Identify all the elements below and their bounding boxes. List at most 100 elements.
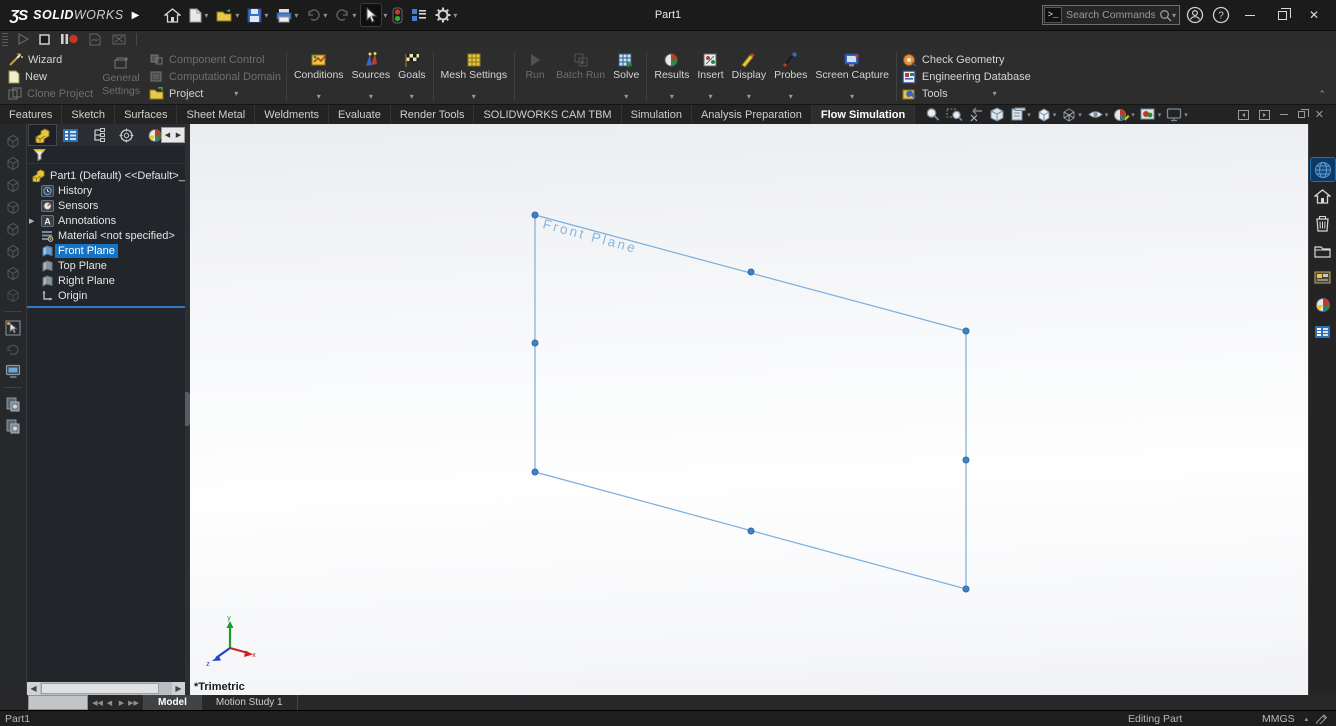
search-dropdown-caret[interactable]: ▾ [1172,11,1178,20]
copy-settings-button-1[interactable] [3,394,23,413]
new-project-button[interactable]: New [8,68,93,85]
configuration-manager-tab[interactable] [85,125,112,145]
doc-restore-button[interactable] [1297,109,1309,118]
project-menu-button[interactable]: Project ▾ [149,85,281,102]
front-plane-sketch[interactable]: Front Plane [190,124,1308,695]
copy-settings-button-2[interactable] [3,416,23,435]
goals-dropdown-caret[interactable]: ▾ [410,92,414,104]
menu-expand-arrow[interactable]: ▶ [132,10,140,21]
motion-study-tab[interactable]: Motion Study 1 [202,695,298,710]
pane-split-handle[interactable] [28,695,88,710]
open-button[interactable]: ▾ [213,5,242,26]
edit-appearance-caret[interactable]: ▾ [1131,111,1135,119]
apply-scene-button[interactable]: ▾ [1138,106,1164,123]
check-geometry-button[interactable]: Check Geometry [902,51,1031,68]
account-button[interactable] [1184,4,1206,26]
rollback-bar[interactable] [27,306,185,308]
insert-dropdown-caret[interactable]: ▾ [709,92,713,104]
graphics-viewport[interactable]: Front Plane y x z *Trimetric [190,124,1308,695]
scrollbar-thumb[interactable] [41,683,159,694]
new-document-button[interactable]: ▾ [186,5,211,26]
flow-monitor-button[interactable] [3,362,23,381]
zoom-to-fit-button[interactable] [923,106,943,123]
plane-handle-point[interactable] [531,339,539,347]
plane-handle-point[interactable] [962,456,970,464]
macro-options-button[interactable] [107,32,131,47]
view-cube-button-2[interactable] [3,154,23,173]
tab-flow-simulation[interactable]: Flow Simulation [811,105,916,124]
settings-dropdown-caret[interactable]: ▾ [453,11,457,20]
tree-item-front-plane[interactable]: Front Plane [27,243,185,258]
tree-root-part[interactable]: Part1 (Default) <<Default>_Display Sta [27,168,185,183]
tab-weldments[interactable]: Weldments [255,105,330,124]
record-macro-button[interactable] [55,32,83,46]
fm-scroll-left[interactable]: ◀ [162,128,173,142]
mesh-settings-button[interactable]: Mesh Settings ▾ [437,49,512,104]
expand-arrow-icon[interactable]: ▶ [29,217,37,225]
undo-button[interactable]: ▾ [303,5,330,25]
panel-horizontal-scrollbar[interactable]: ◀ ▶ [27,682,185,695]
insert-button[interactable]: Insert ▾ [693,49,727,104]
mesh-settings-dropdown-caret[interactable]: ▾ [472,92,476,104]
dynamic-annotation-button[interactable]: ▾ [1008,106,1033,123]
computational-domain-button[interactable]: Computational Domain [149,68,281,85]
tab-render-tools[interactable]: Render Tools [391,105,475,124]
conditions-dropdown-caret[interactable]: ▾ [317,92,321,104]
results-dropdown-caret[interactable]: ▾ [670,92,674,104]
tree-item-history[interactable]: History [27,183,185,198]
tab-evaluate[interactable]: Evaluate [329,105,391,124]
display-button[interactable]: Display ▾ [728,49,770,104]
display-style-button[interactable]: ▾ [1059,106,1084,123]
plane-handle-point[interactable] [747,527,755,535]
tree-item-annotations[interactable]: ▶ A Annotations [27,213,185,228]
tree-item-right-plane[interactable]: Right Plane [27,273,185,288]
nav-prev-button[interactable]: ◀ [104,699,115,707]
clone-project-button[interactable]: Clone Project [8,85,93,102]
nav-first-button[interactable]: ◀◀ [92,699,103,707]
tree-filter-row[interactable] [27,146,185,164]
minimize-button[interactable] [1236,4,1264,26]
redo-button[interactable]: ▾ [332,5,359,25]
appearances-scenes-tab[interactable] [1311,293,1335,316]
tools-menu-button[interactable]: Tools ▾ [902,85,1031,102]
fm-scroll-right[interactable]: ▶ [173,128,184,142]
nav-next-button[interactable]: ▶ [116,699,127,707]
ribbon-collapse-chevron[interactable]: ⌃ [1318,89,1326,100]
view-settings-button[interactable]: ▾ [1164,106,1190,123]
display-style-caret[interactable]: ▾ [1078,111,1082,119]
search-commands-box[interactable]: >_ ▾ [1042,5,1180,25]
view-cube-button-1[interactable] [3,132,23,151]
section-view-button[interactable] [987,106,1007,123]
settings-button[interactable]: ▾ [432,4,460,26]
view-orientation-button[interactable]: ▾ [1034,106,1059,123]
toolbar-drag-handle[interactable] [2,32,8,46]
tab-sketch[interactable]: Sketch [62,105,116,124]
next-document-button[interactable] [1258,109,1270,120]
units-dropdown-caret[interactable]: ▴ [1305,715,1309,723]
scrollbar-track[interactable] [40,682,172,695]
tab-features[interactable]: Features [0,105,63,124]
view-cube-button-7[interactable] [3,264,23,283]
results-button[interactable]: Results ▾ [650,49,693,104]
run-button[interactable]: Run [518,49,552,104]
featuremanager-tree-tab[interactable] [28,124,57,146]
view-cube-button-4[interactable] [3,198,23,217]
solve-dropdown-caret[interactable]: ▾ [624,92,628,104]
annotation-views-caret[interactable]: ▾ [1027,111,1031,119]
sources-dropdown-caret[interactable]: ▾ [369,92,373,104]
status-tag-button[interactable] [1316,713,1329,724]
search-input[interactable] [1062,9,1159,21]
view-cube-button-6[interactable] [3,242,23,261]
options-list-button[interactable] [408,5,430,25]
tab-surfaces[interactable]: Surfaces [115,105,178,124]
tab-solidworks-cam-tbm[interactable]: SOLIDWORKS CAM TBM [474,105,622,124]
tree-item-material[interactable]: Material <not specified> [27,228,185,243]
scroll-left-arrow[interactable]: ◀ [27,682,40,695]
stop-macro-button[interactable] [34,33,55,46]
plane-handle-point[interactable] [962,327,970,335]
tools-dropdown-caret[interactable]: ▾ [993,89,997,98]
nav-last-button[interactable]: ▶▶ [128,699,139,707]
plane-handle-point[interactable] [747,268,755,276]
model-tab[interactable]: Model [143,695,202,710]
hide-show-caret[interactable]: ▾ [1105,111,1109,119]
